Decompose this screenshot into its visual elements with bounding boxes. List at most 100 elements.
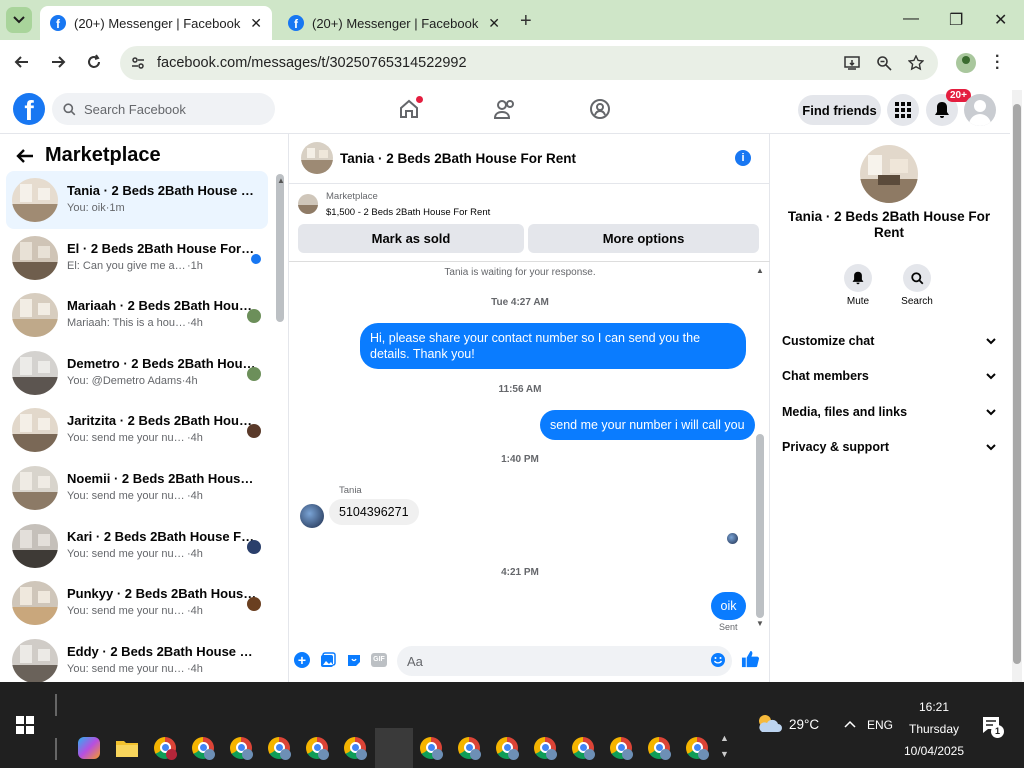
conversation-item[interactable]: Eddy · 2 Beds 2Bath House For Rent You: s… bbox=[6, 632, 268, 682]
message-input[interactable]: Aa bbox=[397, 646, 732, 676]
chrome-app-icon[interactable] bbox=[648, 737, 671, 760]
read-receipt-avatar bbox=[247, 539, 261, 554]
privacy-support-section[interactable]: Privacy & support bbox=[782, 440, 996, 454]
weather-temperature[interactable]: 29°C bbox=[789, 717, 819, 732]
conversation-item[interactable]: El · 2 Beds 2Bath House For Rent El: Can … bbox=[6, 229, 268, 287]
chrome-app-icon[interactable] bbox=[610, 737, 633, 760]
tab-search-button[interactable] bbox=[6, 7, 32, 33]
home-nav-button[interactable] bbox=[398, 96, 423, 120]
profile-badge bbox=[508, 749, 519, 760]
clock[interactable]: 16:21 Thursday 10/04/2025 bbox=[900, 696, 968, 762]
conversation-name: Mariaah · 2 Beds 2Bath House For Rent bbox=[67, 298, 257, 314]
search-conversation-button[interactable] bbox=[903, 264, 931, 292]
scroll-up-icon[interactable]: ▲ bbox=[277, 176, 285, 185]
conversation-item[interactable]: Kari · 2 Beds 2Bath House For Rent You: s… bbox=[6, 517, 268, 575]
new-tab-button[interactable]: + bbox=[520, 10, 532, 33]
site-info-icon bbox=[132, 57, 144, 69]
browser-menu-icon[interactable]: · · · bbox=[995, 49, 1000, 77]
close-window-button[interactable]: ✕ bbox=[994, 10, 1007, 30]
scroll-up-icon[interactable]: ▲ bbox=[756, 266, 764, 275]
outgoing-message[interactable]: send me your number i will call you bbox=[540, 410, 755, 440]
find-friends-button[interactable]: Find friends bbox=[798, 95, 881, 125]
mute-button[interactable] bbox=[844, 264, 872, 292]
chrome-app-icon[interactable] bbox=[420, 737, 443, 760]
file-explorer-icon[interactable] bbox=[116, 739, 138, 757]
back-button[interactable] bbox=[14, 54, 30, 70]
chrome-app-icon[interactable] bbox=[306, 737, 329, 760]
chevron-up-icon[interactable] bbox=[844, 720, 856, 728]
conversation-item[interactable]: Jaritzita · 2 Beds 2Bath House For Rent Y… bbox=[6, 401, 268, 459]
chrome-app-icon[interactable] bbox=[458, 737, 481, 760]
customize-chat-section[interactable]: Customize chat bbox=[782, 334, 996, 348]
chat-scrollbar[interactable] bbox=[756, 434, 764, 618]
outgoing-message[interactable]: oik bbox=[711, 592, 746, 620]
plus-icon[interactable]: + bbox=[294, 652, 310, 668]
browser-tab[interactable]: f (20+) Messenger | Facebook ✕ bbox=[278, 6, 510, 40]
weather-icon[interactable] bbox=[756, 712, 782, 734]
search-placeholder: Search Facebook bbox=[84, 101, 186, 117]
facebook-logo-icon[interactable]: f bbox=[13, 93, 45, 125]
conversation-item[interactable]: Mariaah · 2 Beds 2Bath House For Rent Mar… bbox=[6, 286, 268, 344]
chat-details-panel: Tania · 2 Beds 2Bath House For Rent Mute… bbox=[770, 134, 1010, 682]
search-input[interactable]: Search Facebook bbox=[52, 93, 275, 125]
gif-icon[interactable]: GIF bbox=[371, 653, 387, 667]
friends-nav-button[interactable] bbox=[493, 98, 517, 120]
listing-thumbnail[interactable] bbox=[298, 194, 318, 214]
search-label: Search bbox=[901, 296, 933, 307]
account-avatar[interactable] bbox=[964, 94, 996, 126]
chrome-app-icon[interactable] bbox=[230, 737, 253, 760]
conversation-item[interactable]: Punkyy · 2 Beds 2Bath House For Rent You:… bbox=[6, 574, 268, 632]
taskbar-scroll-icon[interactable]: ▲ ▼ bbox=[720, 730, 729, 762]
menu-grid-button[interactable] bbox=[887, 94, 919, 126]
listing-price-title[interactable]: $1,500 - 2 Beds 2Bath House For Rent bbox=[326, 207, 490, 218]
chrome-app-icon[interactable] bbox=[572, 737, 595, 760]
conversation-item[interactable]: Demetro · 2 Beds 2Bath House For Rent You… bbox=[6, 344, 268, 402]
chat-members-section[interactable]: Chat members bbox=[782, 369, 996, 383]
outgoing-message[interactable]: Hi, please share your contact number so … bbox=[360, 323, 746, 369]
more-options-button[interactable]: More options bbox=[528, 224, 759, 253]
back-arrow-icon[interactable] bbox=[16, 148, 34, 164]
page-scrollbar[interactable] bbox=[1012, 90, 1022, 682]
tab-close-icon[interactable]: ✕ bbox=[250, 15, 262, 32]
media-files-section[interactable]: Media, files and links bbox=[782, 405, 996, 419]
copilot-icon[interactable] bbox=[78, 737, 100, 759]
address-bar[interactable]: facebook.com/messages/t/3025076531452299… bbox=[120, 46, 938, 80]
chevron-down-icon bbox=[986, 408, 996, 415]
browser-tab-active[interactable]: f (20+) Messenger | Facebook ✕ bbox=[40, 6, 272, 40]
reload-button[interactable] bbox=[86, 54, 102, 70]
minimize-button[interactable]: — bbox=[903, 10, 919, 28]
profile-avatar-icon[interactable] bbox=[956, 53, 976, 73]
sender-avatar[interactable] bbox=[300, 504, 324, 528]
chrome-app-icon[interactable] bbox=[344, 737, 367, 760]
incoming-message[interactable]: 5104396271 bbox=[329, 499, 419, 525]
language-indicator[interactable]: ENG bbox=[867, 718, 893, 732]
tab-close-icon[interactable]: ✕ bbox=[488, 15, 500, 32]
sidebar-scrollbar[interactable] bbox=[276, 174, 284, 322]
conversation-avatar bbox=[12, 581, 58, 626]
chat-title[interactable]: Tania · 2 Beds 2Bath House For Rent bbox=[340, 151, 576, 166]
forward-button[interactable] bbox=[50, 54, 66, 70]
windows-start-icon[interactable] bbox=[16, 716, 34, 734]
sticker-icon[interactable] bbox=[346, 652, 362, 668]
chrome-app-icon[interactable] bbox=[268, 737, 291, 760]
timestamp: Tue 4:27 AM bbox=[491, 297, 549, 308]
chrome-app-icon[interactable] bbox=[496, 737, 519, 760]
chrome-app-icon[interactable] bbox=[686, 737, 709, 760]
chrome-app-icon[interactable] bbox=[534, 737, 557, 760]
thumbs-up-icon[interactable] bbox=[741, 650, 760, 669]
chrome-app-icon[interactable] bbox=[154, 737, 177, 760]
conversation-preview: You: @Demetro Adams · 4h bbox=[67, 375, 198, 387]
chrome-app-icon[interactable] bbox=[192, 737, 215, 760]
emoji-icon[interactable] bbox=[710, 652, 726, 668]
details-avatar[interactable] bbox=[860, 145, 918, 203]
conversation-item[interactable]: Tania · 2 Beds 2Bath House For Rent You: … bbox=[6, 171, 268, 229]
scroll-down-icon[interactable]: ▼ bbox=[756, 619, 764, 628]
restore-button[interactable]: ❐ bbox=[949, 10, 963, 30]
url-text[interactable]: facebook.com/messages/t/3025076531452299… bbox=[157, 55, 467, 71]
info-icon[interactable]: i bbox=[735, 150, 751, 166]
photo-icon[interactable] bbox=[320, 652, 336, 668]
mark-as-sold-button[interactable]: Mark as sold bbox=[298, 224, 524, 253]
conversation-item[interactable]: Noemii · 2 Beds 2Bath House For Rent You:… bbox=[6, 459, 268, 517]
chat-avatar[interactable] bbox=[301, 142, 333, 174]
groups-nav-button[interactable] bbox=[589, 98, 611, 120]
